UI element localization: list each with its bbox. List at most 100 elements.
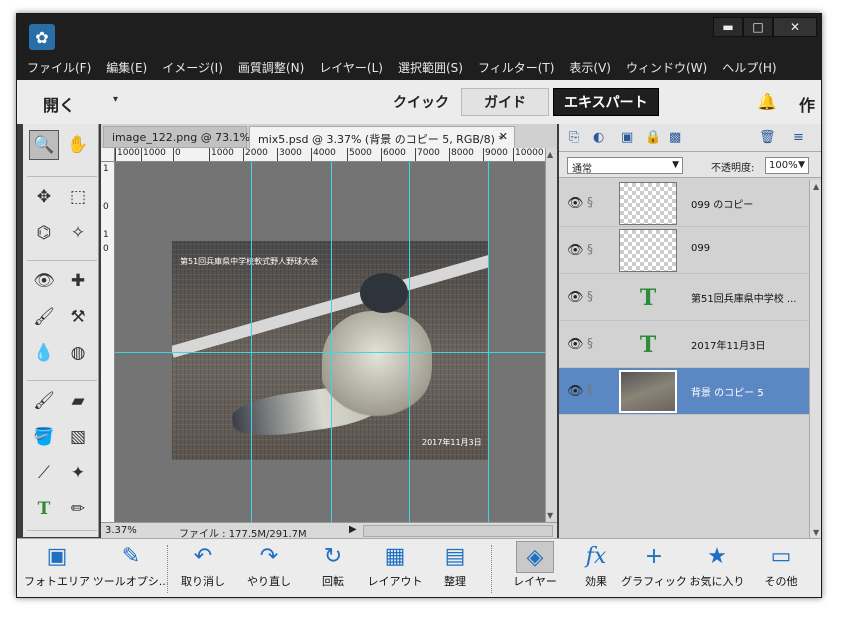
- fx-button[interactable]: fx 効果: [571, 539, 621, 597]
- link-layer-icon[interactable]: §: [587, 289, 593, 303]
- guide-line-vertical[interactable]: [488, 162, 489, 522]
- menu-item[interactable]: レイヤー(L): [319, 59, 383, 76]
- open-button[interactable]: 開く: [43, 92, 75, 116]
- undo-button[interactable]: ↶ 取り消し: [173, 539, 233, 597]
- visibility-eye-icon[interactable]: 👁: [567, 337, 584, 352]
- scroll-down-icon[interactable]: ▼: [813, 528, 819, 537]
- layers-scrollbar[interactable]: ▲ ▼: [809, 180, 821, 539]
- menu-item[interactable]: 画質調整(N): [238, 59, 304, 76]
- quick-select-tool-icon[interactable]: ✧: [63, 218, 93, 248]
- more-button[interactable]: ▭ その他: [753, 539, 809, 597]
- canvas[interactable]: 第51回兵庫県中学校軟式野人野球大会 2017年11月3日: [115, 162, 545, 522]
- menu-item[interactable]: イメージ(I): [162, 59, 223, 76]
- pencil-tool-icon[interactable]: ✏: [63, 494, 93, 524]
- guide-line-vertical[interactable]: [331, 162, 332, 522]
- paint-bucket-tool-icon[interactable]: 🪣: [29, 422, 59, 452]
- zoom-level-field[interactable]: 3.37%: [105, 525, 137, 536]
- marquee-tool-icon[interactable]: ⬚: [63, 182, 93, 212]
- brush-tool-icon[interactable]: 🖌: [29, 386, 59, 416]
- visibility-eye-icon[interactable]: 👁: [567, 243, 584, 258]
- menu-item[interactable]: ヘルプ(H): [722, 59, 776, 76]
- lasso-tool-icon[interactable]: ⌬: [29, 218, 59, 248]
- graphics-button[interactable]: + グラフィック: [621, 539, 687, 597]
- move-tool-icon[interactable]: ✥: [29, 182, 59, 212]
- blur-tool-icon[interactable]: 💧: [29, 338, 59, 368]
- canvas-vertical-scrollbar[interactable]: ▲ ▼: [545, 148, 557, 522]
- minimize-button[interactable]: ▬: [713, 17, 743, 37]
- organizer-button[interactable]: ▤ 整理: [429, 539, 481, 597]
- visibility-eye-icon[interactable]: 👁: [567, 290, 584, 305]
- rotate-button[interactable]: ↻ 回転: [305, 539, 361, 597]
- close-tab-icon[interactable]: ✕: [499, 130, 508, 143]
- menu-item[interactable]: 表示(V): [569, 59, 611, 76]
- visibility-eye-icon[interactable]: 👁: [567, 196, 584, 211]
- menu-item[interactable]: ファイル(F): [27, 59, 91, 76]
- layers-button[interactable]: ◈ レイヤー: [507, 539, 563, 597]
- sponge-tool-icon[interactable]: ◍: [63, 338, 93, 368]
- scroll-up-icon[interactable]: ▲: [547, 150, 553, 159]
- photo-bin-button[interactable]: ▣ フォトエリア: [21, 539, 93, 597]
- vertical-ruler[interactable]: 1 0 1 0: [101, 162, 115, 522]
- menu-item[interactable]: ウィンドウ(W): [626, 59, 707, 76]
- layer-row[interactable]: 👁 § 099: [559, 227, 809, 274]
- layer-row[interactable]: 👁 § T 2017年11月3日: [559, 321, 809, 368]
- horizontal-ruler[interactable]: 1000 1000 0 1000 2000 3000 4000 5000 6000 7000 800…: [115, 148, 545, 162]
- scroll-down-icon[interactable]: ▼: [547, 511, 553, 520]
- lock-transparency-icon[interactable]: ▩: [669, 130, 681, 145]
- redo-button[interactable]: ↷ やり直し: [239, 539, 299, 597]
- smart-brush-tool-icon[interactable]: 🖌: [29, 302, 59, 332]
- tool-options-button[interactable]: ✎ ツールオプシ...: [91, 539, 171, 597]
- link-layer-icon[interactable]: §: [587, 195, 593, 209]
- link-layer-icon[interactable]: §: [587, 383, 593, 397]
- zoom-tool-icon[interactable]: 🔍: [29, 130, 59, 160]
- ruler-corner[interactable]: [101, 148, 115, 162]
- layer-row[interactable]: 👁 § T 第51回兵庫県中学校 ...: [559, 274, 809, 321]
- tab-expert[interactable]: エキスパート: [553, 88, 659, 116]
- create-button[interactable]: 作: [799, 92, 815, 116]
- tab-guided[interactable]: ガイド: [461, 88, 549, 116]
- eyedropper-tool-icon[interactable]: ⟋: [29, 458, 59, 488]
- opacity-field[interactable]: 100% ▼: [765, 157, 809, 174]
- adjustment-layer-icon[interactable]: ◐: [593, 130, 604, 145]
- type-tool-icon[interactable]: T: [29, 494, 59, 524]
- ruler-tick-label: 1: [103, 230, 109, 240]
- canvas-horizontal-scrollbar[interactable]: [363, 525, 553, 537]
- favorites-button[interactable]: ★ お気に入り: [685, 539, 749, 597]
- canvas-photo[interactable]: 第51回兵庫県中学校軟式野人野球大会 2017年11月3日: [172, 241, 488, 460]
- tab-mix5[interactable]: mix5.psd @ 3.37% (背景 のコピー 5, RGB/8) * ✕: [249, 126, 515, 148]
- layout-button[interactable]: ▦ レイアウト: [365, 539, 425, 597]
- layer-mask-icon[interactable]: ▣: [621, 130, 633, 145]
- eraser-tool-icon[interactable]: ▰: [63, 386, 93, 416]
- lock-all-icon[interactable]: 🔒: [645, 130, 661, 145]
- gradient-tool-icon[interactable]: ▧: [63, 422, 93, 452]
- blend-mode-select[interactable]: 通常 ▼: [567, 157, 683, 175]
- layer-row[interactable]: 👁 § 背景 のコピー 5: [559, 368, 809, 415]
- link-layer-icon[interactable]: §: [587, 336, 593, 350]
- menu-item[interactable]: 編集(E): [106, 59, 147, 76]
- guide-line-vertical[interactable]: [251, 162, 252, 522]
- visibility-eye-icon[interactable]: 👁: [567, 384, 584, 399]
- clone-stamp-tool-icon[interactable]: ⚒: [63, 302, 93, 332]
- open-dropdown-icon[interactable]: ▾: [113, 94, 118, 105]
- scroll-up-icon[interactable]: ▲: [813, 182, 819, 191]
- tab-image-122[interactable]: image_122.png @ 73.1%...: [103, 126, 261, 148]
- new-layer-icon[interactable]: ⎘: [569, 130, 579, 145]
- panel-menu-icon[interactable]: ≡: [793, 130, 804, 145]
- maximize-button[interactable]: □: [743, 17, 773, 37]
- tab-quick[interactable]: クイック: [383, 88, 459, 116]
- status-menu-arrow-icon[interactable]: ▶: [349, 524, 357, 535]
- guide-line-vertical[interactable]: [409, 162, 410, 522]
- custom-shape-tool-icon[interactable]: ✦: [63, 458, 93, 488]
- layer-row[interactable]: 👁 § 099 のコピー: [559, 180, 809, 227]
- menu-item[interactable]: フィルター(T): [478, 59, 554, 76]
- healing-brush-tool-icon[interactable]: ✚: [63, 266, 93, 296]
- guide-line-horizontal[interactable]: [115, 352, 545, 353]
- chevron-down-icon[interactable]: ▼: [798, 160, 805, 170]
- notification-bell-icon[interactable]: 🔔: [757, 92, 777, 111]
- trash-icon[interactable]: 🗑: [759, 130, 776, 145]
- link-layer-icon[interactable]: §: [587, 242, 593, 256]
- menu-item[interactable]: 選択範囲(S): [398, 59, 463, 76]
- close-button[interactable]: ✕: [773, 17, 817, 37]
- red-eye-tool-icon[interactable]: 👁: [29, 266, 59, 296]
- hand-tool-icon[interactable]: ✋: [63, 130, 93, 160]
